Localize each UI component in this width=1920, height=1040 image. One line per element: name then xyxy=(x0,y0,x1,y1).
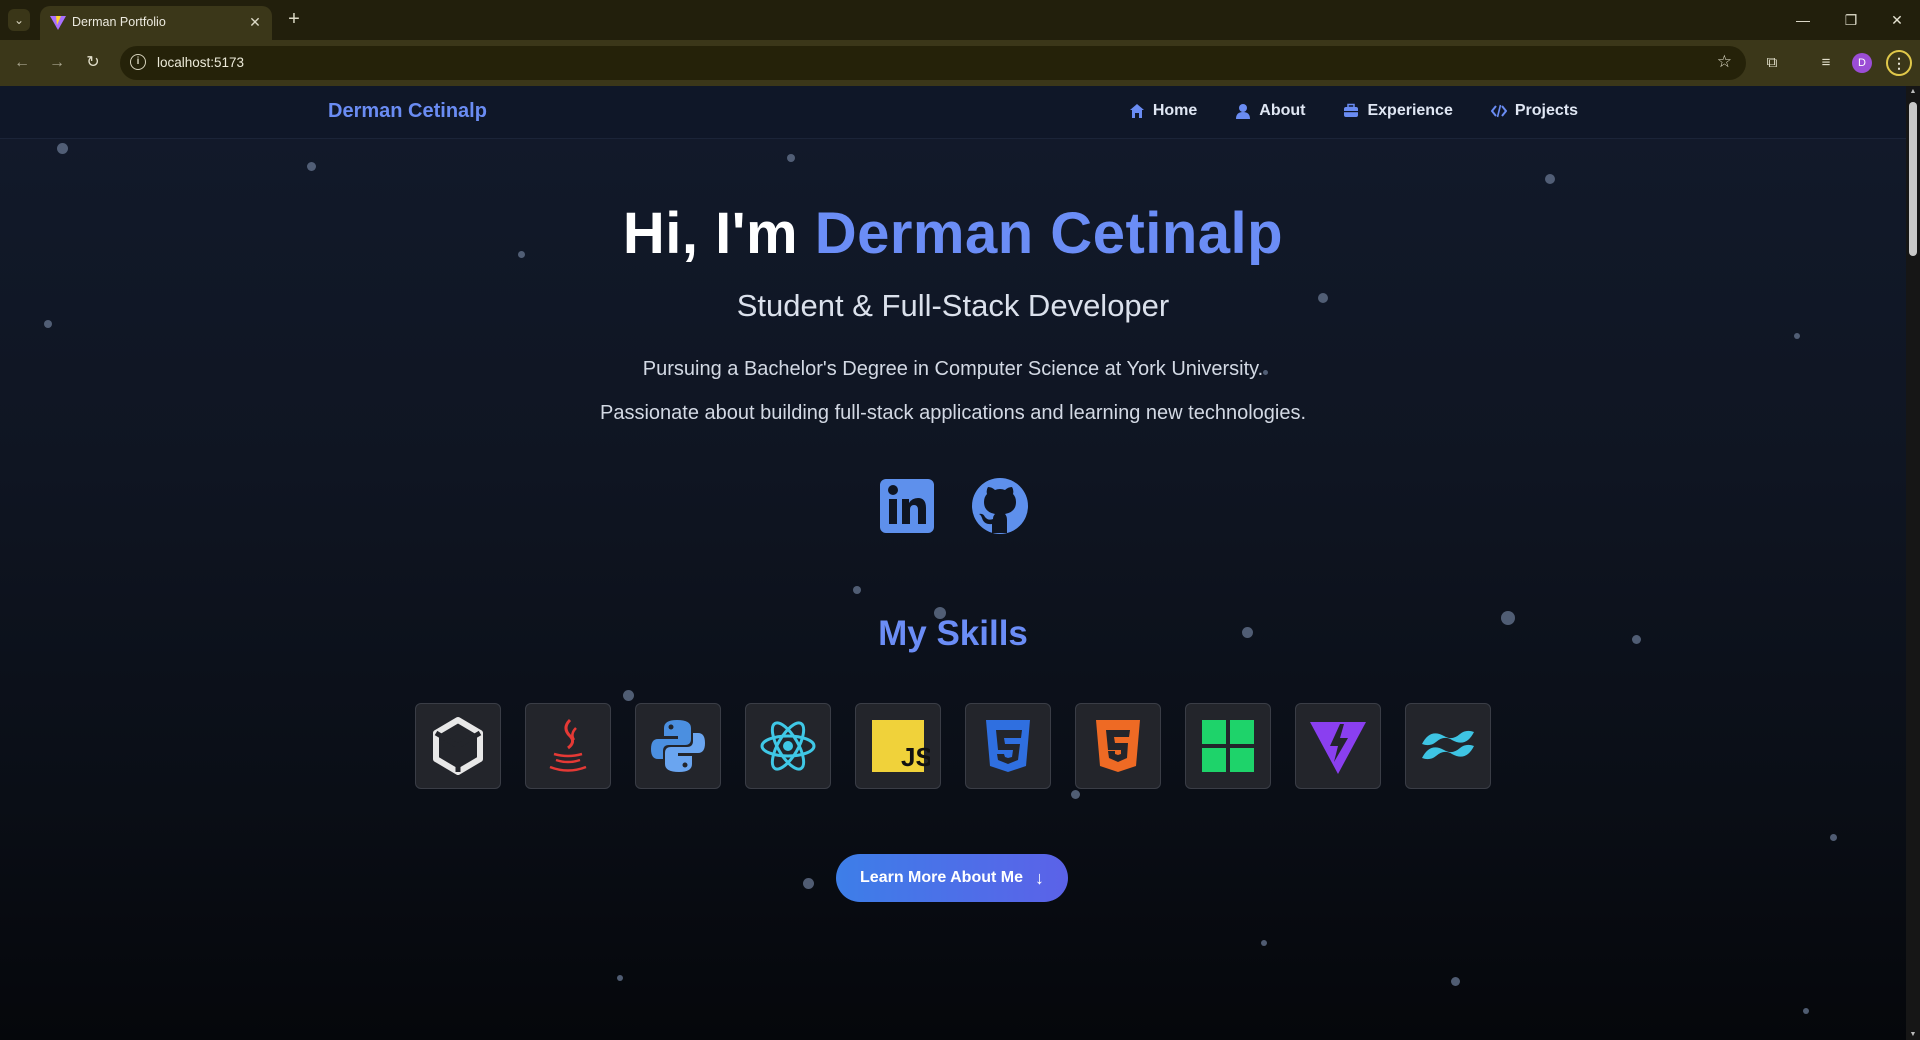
hero-subtitle: Student & Full-Stack Developer xyxy=(736,288,1170,323)
nav-experience-label: Experience xyxy=(1367,102,1453,119)
particle xyxy=(853,586,861,594)
skill-card-tailwind[interactable] xyxy=(1405,703,1491,789)
briefcase-icon xyxy=(1344,103,1359,117)
linkedin-icon[interactable] xyxy=(879,477,937,535)
skills-grid: JS xyxy=(415,703,1491,789)
browser-toolbar: ← → ↻ i localhost:5173 ☆ ⧉ ≡ xyxy=(0,40,1920,86)
profile-avatar[interactable]: D xyxy=(1852,53,1872,73)
site-info-icon[interactable]: i xyxy=(130,54,146,70)
particle xyxy=(623,690,634,701)
hero-line-1: Pursuing a Bachelor's Degree in Computer… xyxy=(642,358,1264,380)
url-text: localhost:5173 xyxy=(157,55,245,70)
js-label: JS xyxy=(901,742,930,772)
brand-logo-text[interactable]: Derman Cetinalp xyxy=(328,100,487,123)
particle xyxy=(1261,940,1267,946)
user-icon xyxy=(1236,104,1251,119)
page-scrollbar[interactable]: ▲ ▼ xyxy=(1906,86,1920,1040)
css3-icon xyxy=(986,720,1030,772)
particle xyxy=(617,975,623,981)
python-icon xyxy=(651,720,705,772)
skill-card-css3[interactable] xyxy=(965,703,1051,789)
skill-card-java[interactable] xyxy=(525,703,611,789)
tab-title: Derman Portfolio xyxy=(72,15,166,29)
nav-about[interactable]: About xyxy=(1235,102,1305,120)
skill-card-react[interactable] xyxy=(745,703,831,789)
skill-card-vite[interactable] xyxy=(1295,703,1381,789)
github-icon[interactable] xyxy=(971,477,1029,535)
html5-icon xyxy=(1096,720,1140,772)
hero-heading: Hi, I'm Derman Cetinalp xyxy=(0,200,1906,267)
address-bar[interactable]: i localhost:5173 ☆ xyxy=(120,46,1746,80)
particle xyxy=(57,143,68,154)
hero-greeting: Hi, I'm xyxy=(622,201,799,266)
media-controls-icon[interactable]: ≡ xyxy=(1814,51,1838,75)
skill-card-windows[interactable] xyxy=(1185,703,1271,789)
particle xyxy=(1545,174,1555,184)
tab-search-button[interactable]: ⌄ xyxy=(8,9,30,31)
hero-line-2: Passionate about building full-stack app… xyxy=(599,402,1306,424)
skill-card-javascript[interactable]: JS xyxy=(855,703,941,789)
scroll-down-arrow-icon[interactable]: ▼ xyxy=(1909,1031,1917,1038)
nav-links: Home About Experience Projects xyxy=(1129,102,1578,120)
nav-home-label: Home xyxy=(1152,102,1198,119)
home-icon xyxy=(1129,104,1144,118)
browser-tab-bar: ⌄ Derman Portfolio ✕ + — ❐ ✕ xyxy=(0,0,1920,40)
page-viewport: Derman Cetinalp Home About Experience Pr… xyxy=(0,86,1906,1040)
browser-menu-icon[interactable]: ⋮ xyxy=(1886,50,1912,76)
particle xyxy=(1071,790,1080,799)
particle xyxy=(1794,333,1800,339)
forward-button[interactable]: → xyxy=(45,51,69,75)
learn-more-button[interactable]: Learn More About Me ↓ xyxy=(836,854,1068,902)
nav-projects-label: Projects xyxy=(1514,102,1578,119)
learn-more-label: Learn More About Me xyxy=(860,869,1023,886)
particle xyxy=(1451,977,1460,986)
close-window-button[interactable]: ✕ xyxy=(1874,0,1920,40)
restore-button[interactable]: ❐ xyxy=(1828,0,1874,40)
code-icon xyxy=(1490,104,1507,118)
reload-button[interactable]: ↻ xyxy=(81,51,105,75)
nav-experience[interactable]: Experience xyxy=(1343,102,1453,120)
back-button[interactable]: ← xyxy=(10,51,34,75)
scrollbar-thumb[interactable] xyxy=(1909,102,1917,256)
react-icon xyxy=(760,721,816,771)
particle xyxy=(1803,1008,1809,1014)
minimize-button[interactable]: — xyxy=(1780,0,1826,40)
bookmark-star-icon[interactable]: ☆ xyxy=(1717,52,1732,72)
particle xyxy=(787,154,795,162)
skill-card-python[interactable] xyxy=(635,703,721,789)
nav-home[interactable]: Home xyxy=(1129,102,1197,120)
skill-card-unity[interactable] xyxy=(415,703,501,789)
particle xyxy=(803,878,814,889)
site-navbar: Derman Cetinalp Home About Experience Pr… xyxy=(0,86,1906,139)
skills-heading: My Skills xyxy=(878,614,1028,653)
windows-icon xyxy=(1202,720,1254,772)
skill-card-html5[interactable] xyxy=(1075,703,1161,789)
vite-icon xyxy=(1310,722,1366,774)
hero-name: Derman Cetinalp xyxy=(814,201,1284,266)
social-links xyxy=(879,477,1031,537)
arrow-down-icon: ↓ xyxy=(1034,867,1044,888)
tailwind-icon xyxy=(1422,730,1474,760)
extensions-icon[interactable]: ⧉ xyxy=(1760,51,1784,75)
nav-projects[interactable]: Projects xyxy=(1490,102,1578,120)
nav-about-label: About xyxy=(1259,102,1306,119)
scroll-up-arrow-icon[interactable]: ▲ xyxy=(1909,88,1917,95)
close-tab-icon[interactable]: ✕ xyxy=(246,13,264,31)
unity-icon xyxy=(433,717,483,775)
java-icon xyxy=(549,718,587,772)
javascript-icon: JS xyxy=(872,720,930,772)
new-tab-button[interactable]: + xyxy=(283,8,305,30)
particle xyxy=(1830,834,1837,841)
vite-favicon-icon xyxy=(50,16,66,30)
particle xyxy=(307,162,316,171)
browser-tab[interactable]: Derman Portfolio ✕ xyxy=(40,6,272,40)
